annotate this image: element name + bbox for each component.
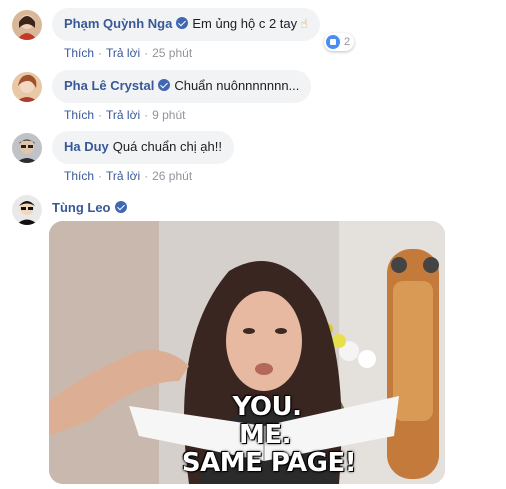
reply-link[interactable]: Trả lời	[106, 169, 140, 183]
gif-image[interactable]: YOU. ME. SAME PAGE!	[49, 221, 445, 484]
reply-link[interactable]: Trả lời	[106, 108, 140, 122]
reaction-summary[interactable]: 2	[323, 33, 355, 51]
avatar-image	[12, 72, 42, 102]
comment-text: Em ủng hộ c 2 tay	[192, 16, 298, 31]
comment-item: Pha Lê Crystal Chuẩn nuônnnnnnn... Thích ·…	[12, 70, 312, 123]
comment-bubble: Ha Duy Quá chuẩn chị ạh!!	[52, 131, 234, 164]
comment-item: Ha Duy Quá chuẩn chị ạh!! Thích · Trả lời · 2…	[12, 131, 234, 184]
gif-caption-line: SAME PAGE!	[181, 448, 357, 478]
separator: ·	[144, 169, 149, 183]
comment-author[interactable]: Pha Lê Crystal	[64, 78, 154, 93]
gif-caption-line: YOU.	[232, 392, 303, 422]
comment-actions: Thích · Trả lời · 26 phút	[64, 168, 234, 184]
comment-text: Chuẩn nuônnnnnnn...	[174, 78, 300, 93]
comment-actions: Thích · Trả lời · 9 phút	[64, 107, 311, 123]
comment-bubble: Phạm Quỳnh Nga Em ủng hộ c 2 tay ☝ 2	[52, 8, 355, 51]
comment-author[interactable]: Ha Duy	[64, 139, 109, 154]
comment-time[interactable]: 25 phút	[152, 46, 192, 60]
avatar[interactable]	[12, 195, 42, 225]
like-link[interactable]: Thích	[64, 108, 94, 122]
post-author-row	[12, 193, 42, 225]
comment-text: Quá chuẩn chị ạh!!	[112, 139, 222, 154]
avatar[interactable]	[12, 133, 42, 163]
verified-badge-icon	[158, 79, 171, 91]
like-link[interactable]: Thích	[64, 46, 94, 60]
thumbs-up-emoji-icon: ☝	[300, 16, 309, 31]
reaction-count: 2	[343, 36, 351, 48]
avatar-image	[12, 10, 42, 40]
avatar[interactable]	[12, 72, 42, 102]
avatar[interactable]	[12, 10, 42, 40]
separator: ·	[144, 108, 149, 122]
separator: ·	[144, 46, 149, 60]
avatar-image	[12, 195, 42, 225]
comment-bubble: Pha Lê Crystal Chuẩn nuônnnnnnn...	[52, 70, 312, 103]
comment-time[interactable]: 26 phút	[152, 169, 192, 183]
verified-badge-icon	[114, 201, 127, 213]
like-icon	[325, 35, 340, 49]
separator: ·	[98, 108, 103, 122]
comment-actions: Thích · Trả lời · 25 phút	[64, 45, 320, 61]
comment-author[interactable]: Phạm Quỳnh Nga	[64, 16, 172, 31]
gif-caption-line: ME.	[238, 420, 292, 450]
separator: ·	[98, 169, 103, 183]
reply-link[interactable]: Trả lời	[106, 46, 140, 60]
post-author-name[interactable]: Tùng Leo	[52, 200, 111, 215]
like-link[interactable]: Thích	[64, 169, 94, 183]
verified-badge-icon	[176, 17, 189, 29]
comment-time[interactable]: 9 phút	[152, 108, 185, 122]
avatar-image	[12, 133, 42, 163]
separator: ·	[98, 46, 103, 60]
post-author: Tùng Leo	[52, 200, 131, 215]
comment-item: Phạm Quỳnh Nga Em ủng hộ c 2 tay ☝ 2 Thích…	[12, 8, 355, 61]
